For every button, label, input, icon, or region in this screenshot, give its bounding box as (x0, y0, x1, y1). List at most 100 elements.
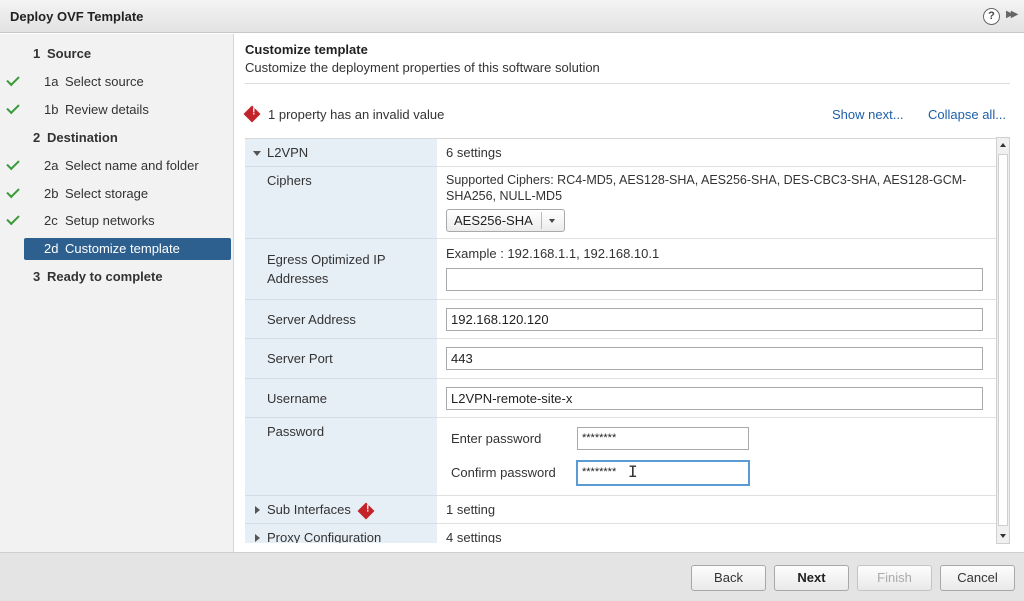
window-title: Deploy OVF Template (10, 9, 144, 24)
header-divider (245, 83, 1010, 84)
next-button[interactable]: Next (774, 565, 849, 591)
check-icon (6, 100, 20, 115)
settings-table: L2VPN 6 settings Ciphers Supported Ciphe… (245, 138, 996, 543)
error-icon (357, 502, 375, 520)
step-label: Select storage (65, 186, 149, 201)
step-label: Select name and folder (65, 158, 199, 173)
expand-panel-icon[interactable]: ▶▶ (1006, 9, 1019, 20)
collapse-all-link[interactable]: Collapse all... (928, 107, 1006, 122)
proxy-config-settings-count: 4 settings (446, 530, 502, 543)
sub-interfaces-settings-count: 1 setting (446, 502, 496, 517)
step-customize-template[interactable]: 2d Customize template (0, 238, 234, 260)
validation-warning: 1 property has an invalid value (243, 105, 445, 123)
expand-arrow-icon[interactable] (255, 534, 260, 542)
confirm-password-input[interactable]: ******** (576, 460, 750, 486)
step-number: 3 (33, 269, 41, 284)
expand-arrow-icon[interactable] (255, 506, 260, 514)
page-title: Customize template (245, 42, 368, 57)
step-number: 1 (33, 46, 41, 61)
password-label-cell: Password (245, 418, 437, 496)
l2vpn-label: L2VPN (267, 145, 309, 160)
ciphers-description: Supported Ciphers: RC4-MD5, AES128-SHA, … (446, 173, 967, 187)
step-label: Source (47, 46, 92, 61)
text-cursor-icon: I (628, 462, 638, 481)
step-number: 2a (44, 158, 59, 173)
wizard-footer: Back Next Finish Cancel (0, 552, 1024, 601)
password-label: Password (267, 424, 325, 439)
username-label-cell: Username (245, 379, 437, 418)
chevron-down-icon[interactable] (549, 219, 555, 223)
page-subtitle: Customize the deployment properties of t… (245, 60, 600, 75)
username-value-cell: L2VPN-remote-site-x (437, 379, 996, 418)
scrollbar-thumb[interactable] (998, 154, 1008, 526)
ciphers-label: Ciphers (267, 173, 312, 188)
egress-example: Example : 192.168.1.1, 192.168.10.1 (446, 246, 660, 261)
step-label: Ready to complete (47, 269, 163, 284)
scroll-down-icon[interactable] (997, 529, 1009, 543)
sub-interfaces-value-cell: 1 setting (437, 496, 996, 524)
step-select-storage[interactable]: 2b Select storage (0, 183, 234, 205)
proxy-config-group-header[interactable]: Proxy Configuration (245, 524, 437, 543)
step-number: 1b (44, 102, 59, 117)
title-bar: Deploy OVF Template ? ▶▶ (0, 0, 1024, 33)
username-input[interactable]: L2VPN-remote-site-x (446, 387, 983, 410)
step-number: 2c (44, 213, 58, 228)
settings-scrollbar[interactable] (996, 137, 1010, 544)
server-port-label-cell: Server Port (245, 339, 437, 379)
step-label: Setup networks (65, 213, 155, 228)
l2vpn-group-header[interactable]: L2VPN (245, 139, 437, 167)
egress-ip-input[interactable] (446, 268, 983, 291)
step-select-source[interactable]: 1a Select source (0, 71, 234, 93)
server-address-label-cell: Server Address (245, 300, 437, 339)
server-port-value-cell: 443 (437, 339, 996, 379)
enter-password-input[interactable]: ******** (577, 427, 749, 450)
proxy-config-label: Proxy Configuration (267, 530, 382, 543)
step-select-name-folder[interactable]: 2a Select name and folder (0, 155, 234, 177)
l2vpn-value-cell: 6 settings (437, 139, 996, 167)
back-button[interactable]: Back (691, 565, 766, 591)
egress-value-cell: Example : 192.168.1.1, 192.168.10.1 (437, 239, 996, 300)
ciphers-label-cell: Ciphers (245, 167, 437, 239)
step-number: 2 (33, 130, 41, 145)
warning-text: 1 property has an invalid value (268, 107, 445, 122)
step-label: Review details (65, 102, 149, 117)
username-label: Username (267, 391, 327, 406)
sub-interfaces-label: Sub Interfaces (267, 502, 351, 517)
step-number: 2b (44, 186, 59, 201)
scroll-up-icon[interactable] (997, 138, 1009, 152)
server-port-input[interactable]: 443 (446, 347, 983, 370)
finish-button[interactable]: Finish (857, 565, 932, 591)
sub-interfaces-group-header[interactable]: Sub Interfaces (245, 496, 437, 524)
step-setup-networks[interactable]: 2c Setup networks (0, 210, 234, 232)
collapse-arrow-icon[interactable] (253, 151, 261, 156)
check-icon (6, 156, 20, 171)
step-destination: 2 Destination (0, 127, 234, 149)
step-review-details[interactable]: 1b Review details (0, 99, 234, 121)
step-label: Destination (47, 130, 118, 145)
step-number: 2d (44, 241, 59, 256)
error-icon (243, 105, 261, 123)
l2vpn-settings-count: 6 settings (446, 145, 502, 160)
show-next-link[interactable]: Show next... (832, 107, 904, 122)
server-address-value-cell: 192.168.120.120 (437, 300, 996, 339)
egress-label: Egress Optimized IP (267, 252, 386, 267)
select-separator (541, 212, 542, 229)
cancel-button[interactable]: Cancel (940, 565, 1015, 591)
step-source: 1 Source (0, 43, 234, 65)
check-icon (6, 72, 20, 87)
password-value-cell: Enter password ******** Confirm password… (437, 418, 996, 496)
egress-label-cell: Egress Optimized IP Addresses (245, 239, 437, 300)
server-address-input[interactable]: 192.168.120.120 (446, 308, 983, 331)
step-label: Select source (65, 74, 144, 89)
check-icon (6, 184, 20, 199)
confirm-password-label: Confirm password (451, 465, 556, 480)
ciphers-value-cell: Supported Ciphers: RC4-MD5, AES128-SHA, … (437, 167, 996, 239)
page-header: Customize template Customize the deploym… (245, 42, 600, 75)
ciphers-selected-value: AES256-SHA (454, 213, 533, 228)
proxy-config-value-cell: 4 settings (437, 524, 996, 543)
step-label: Customize template (65, 241, 180, 256)
help-icon[interactable]: ? (983, 8, 1000, 25)
ciphers-select[interactable]: AES256-SHA (446, 209, 565, 232)
step-ready-to-complete: 3 Ready to complete (0, 266, 234, 288)
enter-password-label: Enter password (451, 431, 542, 446)
